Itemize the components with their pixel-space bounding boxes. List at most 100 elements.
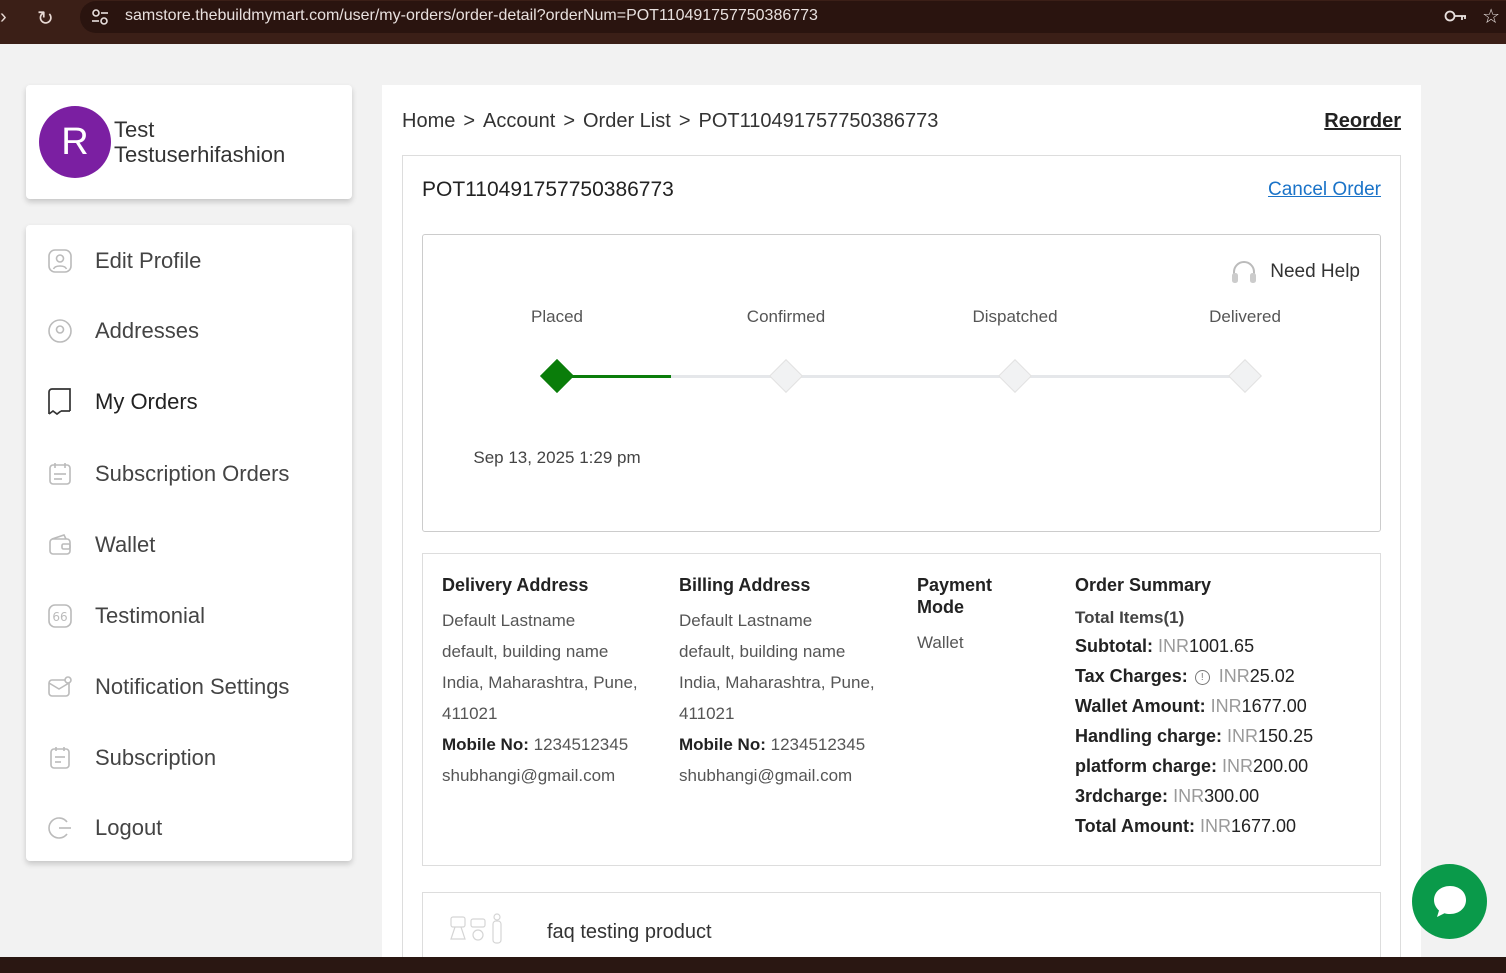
reorder-link[interactable]: Reorder: [1324, 110, 1401, 133]
svg-text:66: 66: [52, 610, 67, 624]
profile-first-name: Test: [114, 117, 155, 142]
sidebar-item-notification-settings[interactable]: Notification Settings: [26, 662, 352, 712]
order-number: POT110491757750386773: [422, 178, 674, 201]
mobile-value: 1234512345: [770, 735, 866, 754]
breadcrumb-home[interactable]: Home: [402, 110, 455, 132]
summary-label: Total Amount:: [1075, 816, 1195, 836]
sidebar-item-wallet[interactable]: Wallet: [26, 520, 352, 570]
password-key-icon[interactable]: [1444, 7, 1468, 25]
delivery-email: shubhangi@gmail.com: [442, 766, 616, 785]
payment-title-line2: Mode: [917, 597, 964, 617]
currency-code: INR: [1227, 726, 1259, 746]
summary-3rd-charge: 3rdcharge: INR300.00: [1075, 781, 1365, 811]
step-dispatched-label: Dispatched: [972, 307, 1058, 326]
breadcrumb-account[interactable]: Account: [483, 110, 555, 132]
breadcrumb: Home > Account > Order List > POT1104917577503…: [402, 110, 938, 133]
quote-icon: 66: [46, 602, 74, 630]
summary-subtotal: Subtotal: INR1001.65: [1075, 631, 1365, 661]
summary-total-items: Total Items(1): [1075, 608, 1185, 627]
order-summary: Order Summary Total Items(1) Subtotal: I…: [1075, 574, 1365, 841]
summary-amount: 150.25: [1258, 726, 1314, 746]
address-bar[interactable]: samstore.thebuildmymart.com/user/my-orde…: [80, 1, 1506, 33]
payment-mode-value: Wallet: [917, 633, 964, 652]
breadcrumb-separator: >: [678, 110, 691, 132]
profile-last-name: Testuserhifashion: [114, 142, 286, 167]
breadcrumb-current: POT110491757750386773: [698, 110, 939, 132]
order-box: POT110491757750386773 Cancel Order Need …: [402, 155, 1401, 973]
summary-wallet-amount: Wallet Amount: INR1677.00: [1075, 691, 1365, 721]
mobile-label: Mobile No:: [679, 735, 766, 754]
step-placed-label: Placed: [531, 307, 583, 326]
payment-mode-title: Payment Mode: [917, 574, 1037, 618]
sidebar-item-my-orders[interactable]: My Orders: [26, 377, 352, 427]
chat-bubble-icon: [1433, 885, 1466, 917]
breadcrumb-separator: >: [563, 110, 575, 132]
site-info-icon[interactable]: [90, 7, 110, 27]
sidebar-item-label: Logout: [95, 815, 163, 840]
sidebar-item-subscription-orders[interactable]: Subscription Orders: [26, 449, 352, 499]
currency-code: INR: [1210, 696, 1242, 716]
product-name[interactable]: faq testing product: [547, 921, 712, 944]
reload-icon[interactable]: ↻: [37, 6, 54, 31]
billing-mobile: Mobile No: 1234512345: [679, 729, 899, 760]
info-icon[interactable]: !: [1194, 670, 1210, 685]
summary-label: Wallet Amount:: [1075, 696, 1206, 716]
summary-label: 3rdcharge:: [1075, 786, 1169, 806]
summary-handling-charge: Handling charge: INR150.25: [1075, 721, 1365, 751]
sidebar-item-label: Subscription Orders: [95, 461, 290, 486]
logout-icon: [46, 814, 74, 842]
headphones-icon: [1232, 261, 1257, 283]
sidebar-item-addresses[interactable]: Addresses: [26, 306, 352, 356]
account-sidebar: Edit Profile Addresses My Orders Subscri…: [26, 225, 352, 861]
order-detail-panel: Home > Account > Order List > POT1104917577503…: [382, 85, 1421, 973]
step-placed-marker: [540, 359, 574, 393]
sidebar-item-logout[interactable]: Logout: [26, 803, 352, 853]
order-tracker: Need Help Placed Confirmed Dispatched De…: [422, 234, 1381, 532]
url-text[interactable]: samstore.thebuildmymart.com/user/my-orde…: [125, 7, 818, 25]
delivery-line1: default, building name: [442, 642, 609, 661]
order-summary-title: Order Summary: [1075, 575, 1212, 595]
summary-amount: 200.00: [1253, 756, 1309, 776]
profile-card: R Test Testuserhifashion: [26, 85, 352, 199]
sidebar-item-subscription[interactable]: Subscription: [26, 733, 352, 783]
cancel-order-link[interactable]: Cancel Order: [1268, 179, 1381, 201]
summary-amount: 1001.65: [1189, 636, 1255, 656]
chat-button[interactable]: [1412, 864, 1487, 939]
summary-platform-charge: platform charge: INR200.00: [1075, 751, 1365, 781]
delivery-address: Delivery Address Default Lastname defaul…: [442, 574, 662, 791]
summary-amount: 1677.00: [1231, 816, 1297, 836]
sidebar-item-label: Subscription: [95, 745, 217, 770]
summary-amount: 1677.00: [1241, 696, 1307, 716]
need-help-label: Need Help: [1270, 261, 1360, 282]
currency-code: INR: [1158, 636, 1190, 656]
billing-address: Billing Address Default Lastname default…: [679, 574, 899, 791]
delivery-address-title: Delivery Address: [442, 575, 589, 595]
delivery-line2: India, Maharashtra, Pune,: [442, 673, 638, 692]
billing-name: Default Lastname: [679, 611, 813, 630]
order-info-box: Delivery Address Default Lastname defaul…: [422, 553, 1381, 866]
sidebar-item-label: Addresses: [95, 318, 199, 343]
step-placed-date: Sep 13, 2025 1:29 pm: [473, 448, 641, 467]
summary-label: Handling charge:: [1075, 726, 1223, 746]
summary-label: platform charge:: [1075, 756, 1218, 776]
avatar: R: [39, 106, 111, 178]
sidebar-item-testimonial[interactable]: 66 Testimonial: [26, 591, 352, 641]
product-thumbnail[interactable]: [443, 913, 523, 963]
summary-amount: 300.00: [1204, 786, 1260, 806]
need-help-button[interactable]: Need Help: [1230, 259, 1360, 285]
sidebar-item-label: Wallet: [95, 532, 156, 557]
summary-label: Tax Charges:: [1075, 666, 1188, 686]
breadcrumb-separator: >: [463, 110, 476, 132]
step-delivered-label: Delivered: [1209, 307, 1281, 326]
breadcrumb-order-list[interactable]: Order List: [583, 110, 671, 132]
summary-total-amount: Total Amount: INR1677.00: [1075, 811, 1365, 841]
sidebar-item-label: Edit Profile: [95, 248, 202, 273]
receipt-icon: [46, 388, 74, 416]
mobile-value: 1234512345: [533, 735, 629, 754]
bookmark-star-icon[interactable]: ☆: [1482, 4, 1500, 29]
sidebar-item-edit-profile[interactable]: Edit Profile: [26, 236, 352, 286]
forward-icon[interactable]: ›: [0, 6, 7, 29]
billing-pincode: 411021: [679, 704, 735, 723]
sidebar-item-label: Testimonial: [95, 603, 206, 628]
sidebar-item-label: My Orders: [95, 389, 198, 414]
